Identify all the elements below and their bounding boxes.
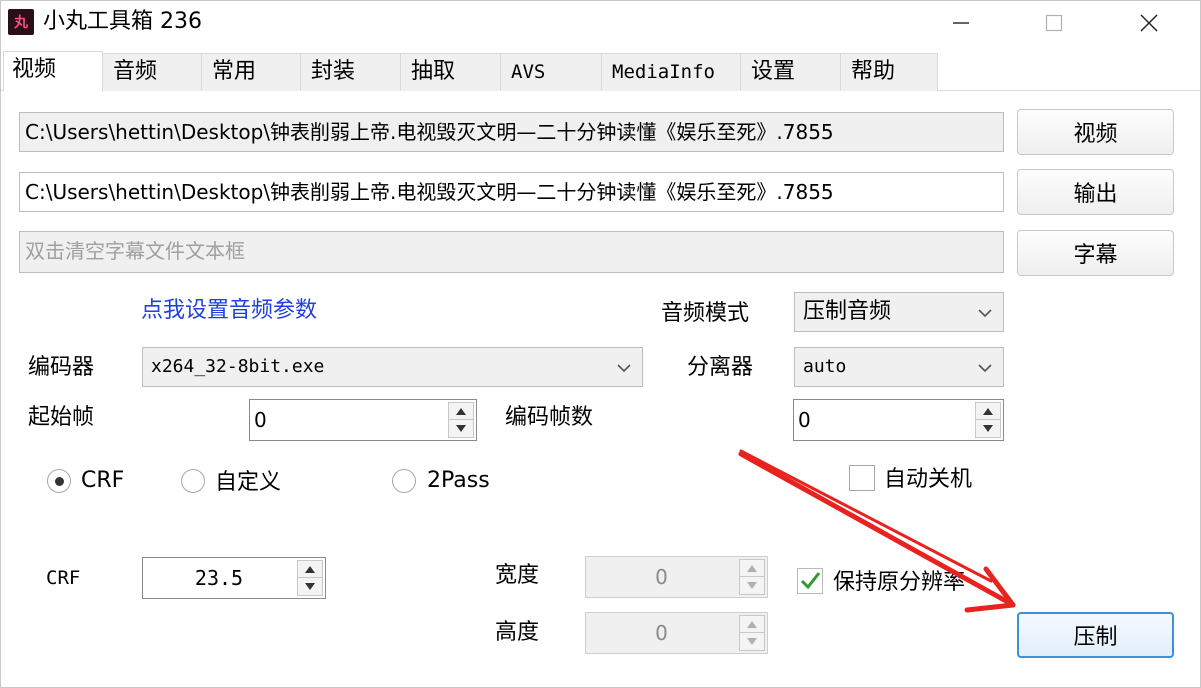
tab-extract[interactable]: 抽取 [400, 53, 501, 91]
crf-label: CRF [46, 567, 81, 589]
width-spinbox[interactable]: 0 [585, 556, 768, 598]
mode-crf-label: CRF [81, 468, 125, 493]
start-frame-spinbox[interactable]: 0 [249, 399, 477, 441]
height-value: 0 [655, 621, 668, 645]
output-button[interactable]: 输出 [1017, 169, 1174, 215]
subtitle-path-field[interactable]: 双击清空字幕文件文本框 [19, 231, 1004, 273]
increment-arrow-icon[interactable] [449, 403, 473, 420]
encode-frames-spinbox[interactable]: 0 [793, 399, 1004, 441]
auto-shutdown-checkbox[interactable] [849, 465, 875, 491]
tab-video[interactable]: 视频 [3, 51, 103, 91]
minimize-button[interactable] [913, 1, 1009, 45]
height-label: 高度 [495, 620, 540, 645]
start-frame-stepper[interactable] [448, 402, 474, 438]
tab-avs[interactable]: AVS [500, 53, 602, 91]
mode-custom-radio[interactable] [181, 469, 205, 493]
width-stepper[interactable] [739, 559, 765, 595]
app-logo-icon: 丸 [8, 9, 34, 35]
decrement-arrow-icon[interactable] [298, 578, 322, 595]
tab-help[interactable]: 帮助 [840, 53, 938, 91]
chevron-down-icon [978, 309, 992, 318]
keep-resolution-checkbox[interactable] [797, 568, 823, 594]
output-path-field[interactable]: C:\Users\hettin\Desktop\钟表削弱上帝.电视毁灭文明—二十… [19, 172, 1004, 212]
increment-arrow-icon[interactable] [740, 560, 764, 577]
mode-2pass-label: 2Pass [427, 468, 490, 493]
encoder-value: x264_32-8bit.exe [151, 356, 325, 377]
auto-shutdown-label: 自动关机 [884, 467, 973, 492]
decrement-arrow-icon[interactable] [740, 577, 764, 594]
encode-frames-stepper[interactable] [975, 402, 1001, 438]
tab-mediainfo[interactable]: MediaInfo [601, 53, 741, 91]
splitter-label: 分离器 [687, 355, 754, 380]
video-button[interactable]: 视频 [1017, 109, 1174, 155]
close-button[interactable] [1101, 1, 1197, 45]
tab-common[interactable]: 常用 [201, 53, 301, 91]
width-value: 0 [655, 565, 668, 589]
checkmark-icon [800, 572, 821, 590]
subtitle-button[interactable]: 字幕 [1017, 230, 1174, 276]
crf-spinbox[interactable]: 23.5 [142, 557, 326, 599]
increment-arrow-icon[interactable] [298, 561, 322, 578]
title-bar[interactable]: 丸 小丸工具箱 236 [1, 1, 1200, 45]
start-frame-value: 0 [254, 408, 267, 432]
decrement-arrow-icon[interactable] [449, 420, 473, 437]
chevron-down-icon [617, 364, 631, 373]
splitter-select[interactable]: auto [794, 347, 1004, 387]
keep-resolution-label: 保持原分辨率 [833, 570, 966, 595]
width-label: 宽度 [495, 563, 540, 588]
mode-crf-radio[interactable] [47, 469, 71, 493]
increment-arrow-icon[interactable] [976, 403, 1000, 420]
decrement-arrow-icon[interactable] [740, 633, 764, 650]
encode-button[interactable]: 压制 [1017, 612, 1174, 658]
audio-mode-value: 压制音频 [803, 299, 892, 324]
decrement-arrow-icon[interactable] [976, 420, 1000, 437]
window-title: 小丸工具箱 236 [43, 9, 202, 34]
increment-arrow-icon[interactable] [740, 616, 764, 633]
height-spinbox[interactable]: 0 [585, 612, 768, 654]
maximize-button[interactable] [1006, 1, 1102, 45]
crf-stepper[interactable] [297, 560, 323, 596]
encode-frames-value: 0 [798, 408, 811, 432]
tab-strip: 视频 音频 常用 封装 抽取 AVS MediaInfo 设置 帮助 [1, 51, 1200, 91]
tab-mux[interactable]: 封装 [300, 53, 401, 91]
close-icon [1140, 14, 1158, 32]
start-frame-label: 起始帧 [28, 405, 95, 430]
tab-audio[interactable]: 音频 [102, 53, 202, 91]
main-window: 丸 小丸工具箱 236 视频 音频 常用 封装 抽取 AVS MediaInfo… [0, 0, 1201, 688]
mode-custom-label: 自定义 [215, 470, 282, 495]
audio-mode-label: 音频模式 [661, 301, 750, 326]
video-tab-panel: C:\Users\hettin\Desktop\钟表削弱上帝.电视毁灭文明—二十… [1, 91, 1200, 687]
chevron-down-icon [978, 364, 992, 373]
encoder-select[interactable]: x264_32-8bit.exe [142, 347, 643, 387]
audio-settings-link[interactable]: 点我设置音频参数 [141, 296, 317, 326]
mode-2pass-radio[interactable] [392, 469, 416, 493]
encoder-label: 编码器 [28, 355, 95, 380]
maximize-icon [1045, 14, 1063, 32]
audio-mode-select[interactable]: 压制音频 [794, 292, 1004, 332]
splitter-value: auto [803, 356, 847, 377]
crf-value: 23.5 [194, 566, 244, 590]
input-path-field[interactable]: C:\Users\hettin\Desktop\钟表削弱上帝.电视毁灭文明—二十… [19, 112, 1004, 152]
tab-settings[interactable]: 设置 [740, 53, 841, 91]
minimize-icon [953, 22, 969, 24]
height-stepper[interactable] [739, 615, 765, 651]
encode-frames-label: 编码帧数 [505, 405, 594, 430]
